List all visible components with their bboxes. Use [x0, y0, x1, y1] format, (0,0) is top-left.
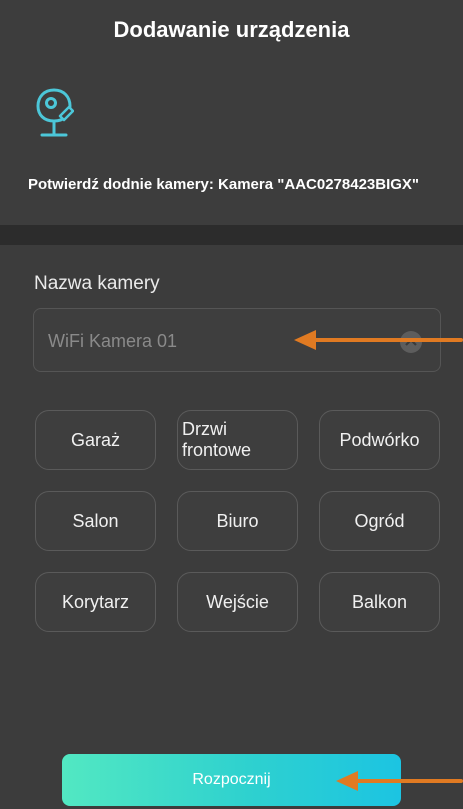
- header-panel: Dodawanie urządzenia Potwierdź dodnie ka…: [0, 0, 463, 225]
- preset-chip-balcony[interactable]: Balkon: [319, 572, 440, 632]
- preset-chip-garden[interactable]: Ogród: [319, 491, 440, 551]
- annotation-arrow-name-field: [294, 330, 463, 350]
- preset-chip-entrance[interactable]: Wejście: [177, 572, 298, 632]
- camera-icon: [36, 88, 74, 137]
- start-button-label: Rozpocznij: [192, 771, 271, 788]
- preset-chip-garage[interactable]: Garaż: [35, 410, 156, 470]
- confirm-camera-text: Potwierdź dodnie kamery: Kamera "AAC0278…: [28, 176, 420, 193]
- preset-chip-living-room[interactable]: Salon: [35, 491, 156, 551]
- preset-chip-yard[interactable]: Podwórko: [319, 410, 440, 470]
- section-divider: [0, 225, 463, 245]
- preset-chip-corridor[interactable]: Korytarz: [35, 572, 156, 632]
- page-title: Dodawanie urządzenia: [113, 17, 350, 42]
- preset-chip-front-door[interactable]: Drzwi frontowe: [177, 410, 298, 470]
- preset-chip-office[interactable]: Biuro: [177, 491, 298, 551]
- annotation-arrow-start-button: [336, 771, 463, 791]
- camera-name-label: Nazwa kamery: [34, 273, 160, 294]
